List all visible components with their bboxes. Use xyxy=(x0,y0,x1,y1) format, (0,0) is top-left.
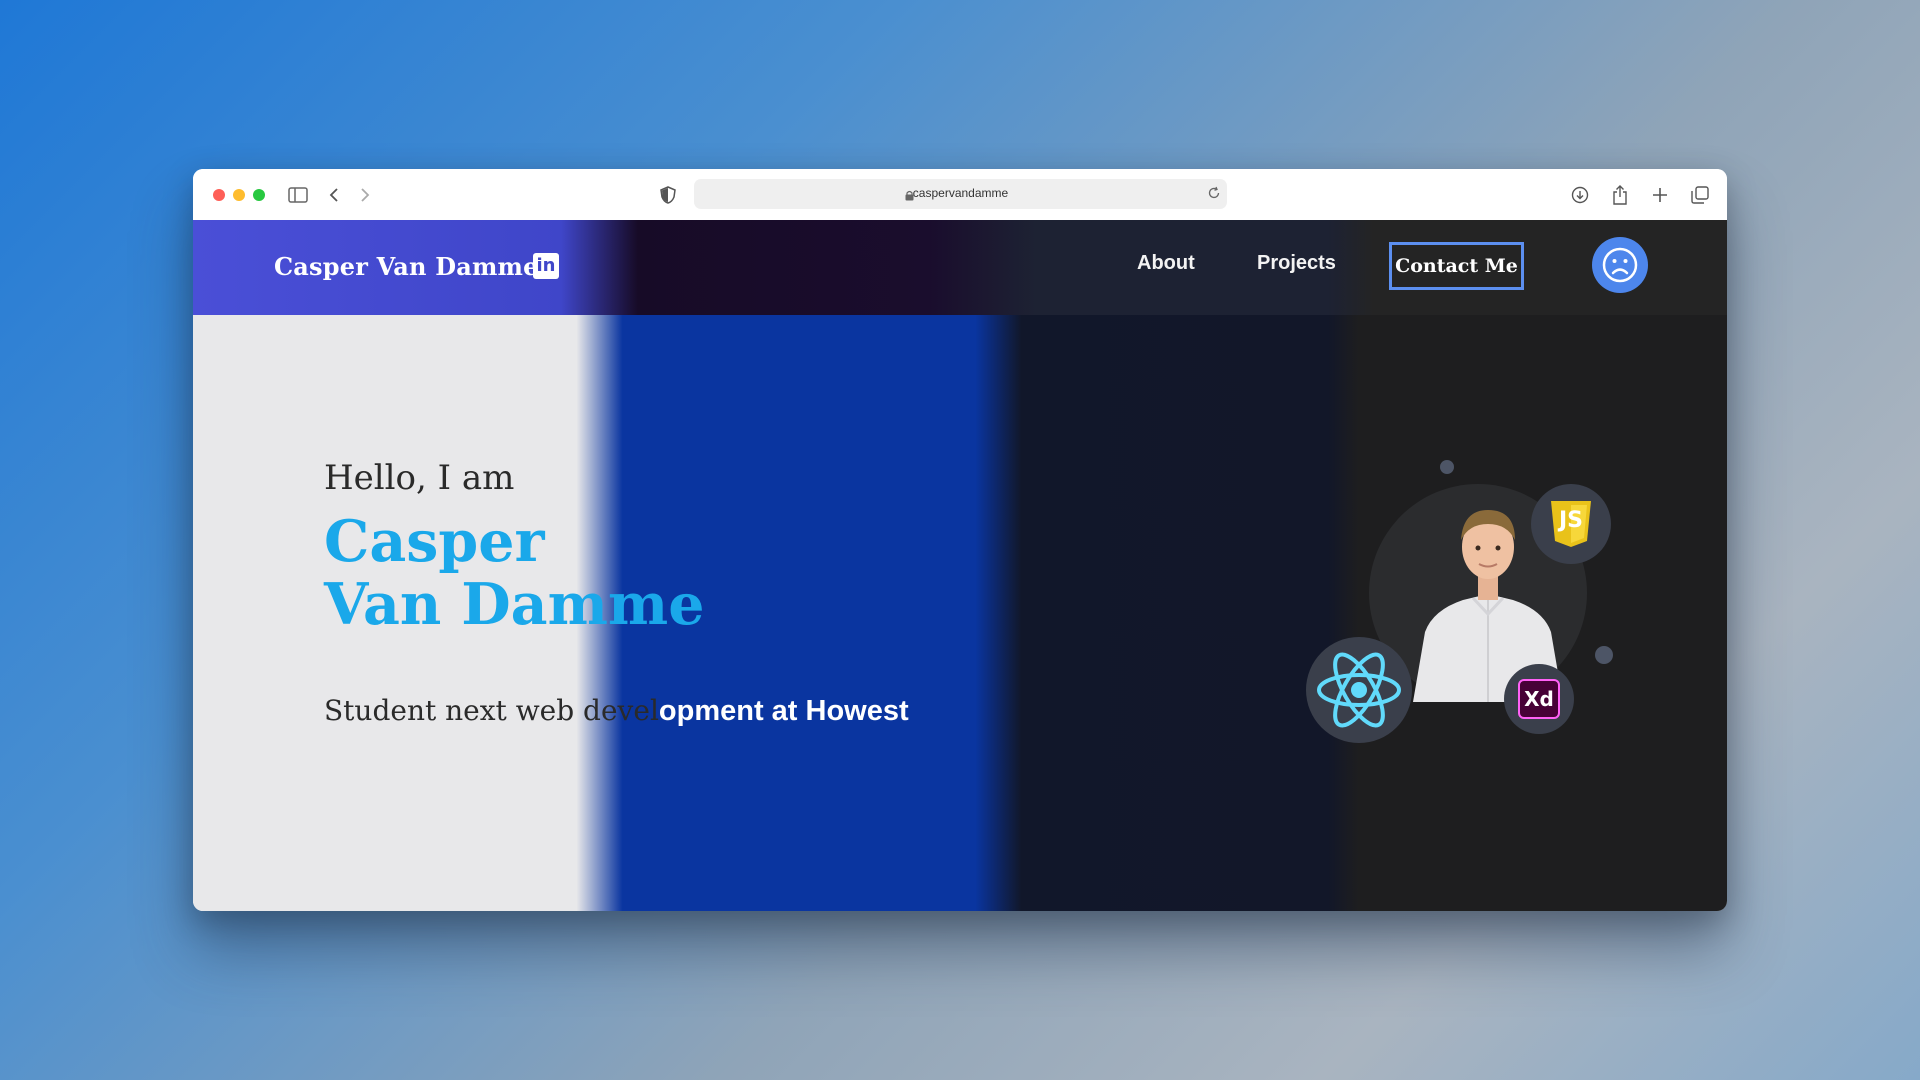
decor-dot xyxy=(1595,646,1613,664)
close-window-button[interactable] xyxy=(213,189,225,201)
url-text: caspervandamme xyxy=(912,186,1009,200)
back-arrow-icon[interactable] xyxy=(321,182,347,208)
adobe-xd-icon: Xd xyxy=(1518,679,1560,719)
theme-toggle-button[interactable] xyxy=(1592,237,1648,293)
tab-overview-icon[interactable] xyxy=(1687,182,1713,208)
sad-face-icon xyxy=(1602,247,1638,283)
adobe-xd-skill-badge: Xd xyxy=(1504,664,1574,734)
maximize-window-button[interactable] xyxy=(253,189,265,201)
hero-name-first: Casper xyxy=(324,508,545,575)
hero-name: Casper Van Damme xyxy=(324,510,704,636)
hero-subtitle-part2: opment at Howest xyxy=(658,695,909,727)
hero-greeting: Hello, I am xyxy=(324,458,515,498)
sidebar-toggle-icon[interactable] xyxy=(285,182,311,208)
react-skill-badge xyxy=(1306,637,1412,743)
contact-me-button[interactable]: Contact Me xyxy=(1389,242,1524,290)
site-brand[interactable]: Casper Van Damme xyxy=(274,252,539,281)
forward-arrow-icon[interactable] xyxy=(352,182,378,208)
nav-link-about[interactable]: About xyxy=(1137,252,1195,275)
browser-toolbar: caspervandamme xyxy=(193,169,1727,221)
privacy-shield-icon[interactable] xyxy=(655,182,681,208)
decor-dot xyxy=(1440,460,1454,474)
download-icon[interactable] xyxy=(1567,182,1593,208)
address-bar[interactable]: caspervandamme xyxy=(694,179,1227,209)
browser-window: caspervandamme Casper Van Damme in About… xyxy=(193,169,1727,911)
new-tab-icon[interactable] xyxy=(1647,182,1673,208)
share-icon[interactable] xyxy=(1607,182,1633,208)
webpage: Casper Van Damme in About Projects Conta… xyxy=(193,220,1727,911)
minimize-window-button[interactable] xyxy=(233,189,245,201)
site-navbar: Casper Van Damme in About Projects Conta… xyxy=(193,220,1727,315)
reload-icon[interactable] xyxy=(1207,186,1221,205)
nav-link-projects[interactable]: Projects xyxy=(1257,252,1336,275)
hero-subtitle-part1: Student next web devel xyxy=(324,694,659,727)
avatar-skills-cluster: JS Xd xyxy=(1306,450,1663,750)
javascript-skill-badge: JS xyxy=(1531,484,1611,564)
react-icon xyxy=(1317,652,1401,728)
hero-name-last: Van Damme xyxy=(324,571,705,638)
linkedin-icon[interactable]: in xyxy=(533,253,559,279)
hero-subtitle: Student next web development at Howest xyxy=(324,694,909,728)
javascript-label: JS xyxy=(1558,508,1584,533)
